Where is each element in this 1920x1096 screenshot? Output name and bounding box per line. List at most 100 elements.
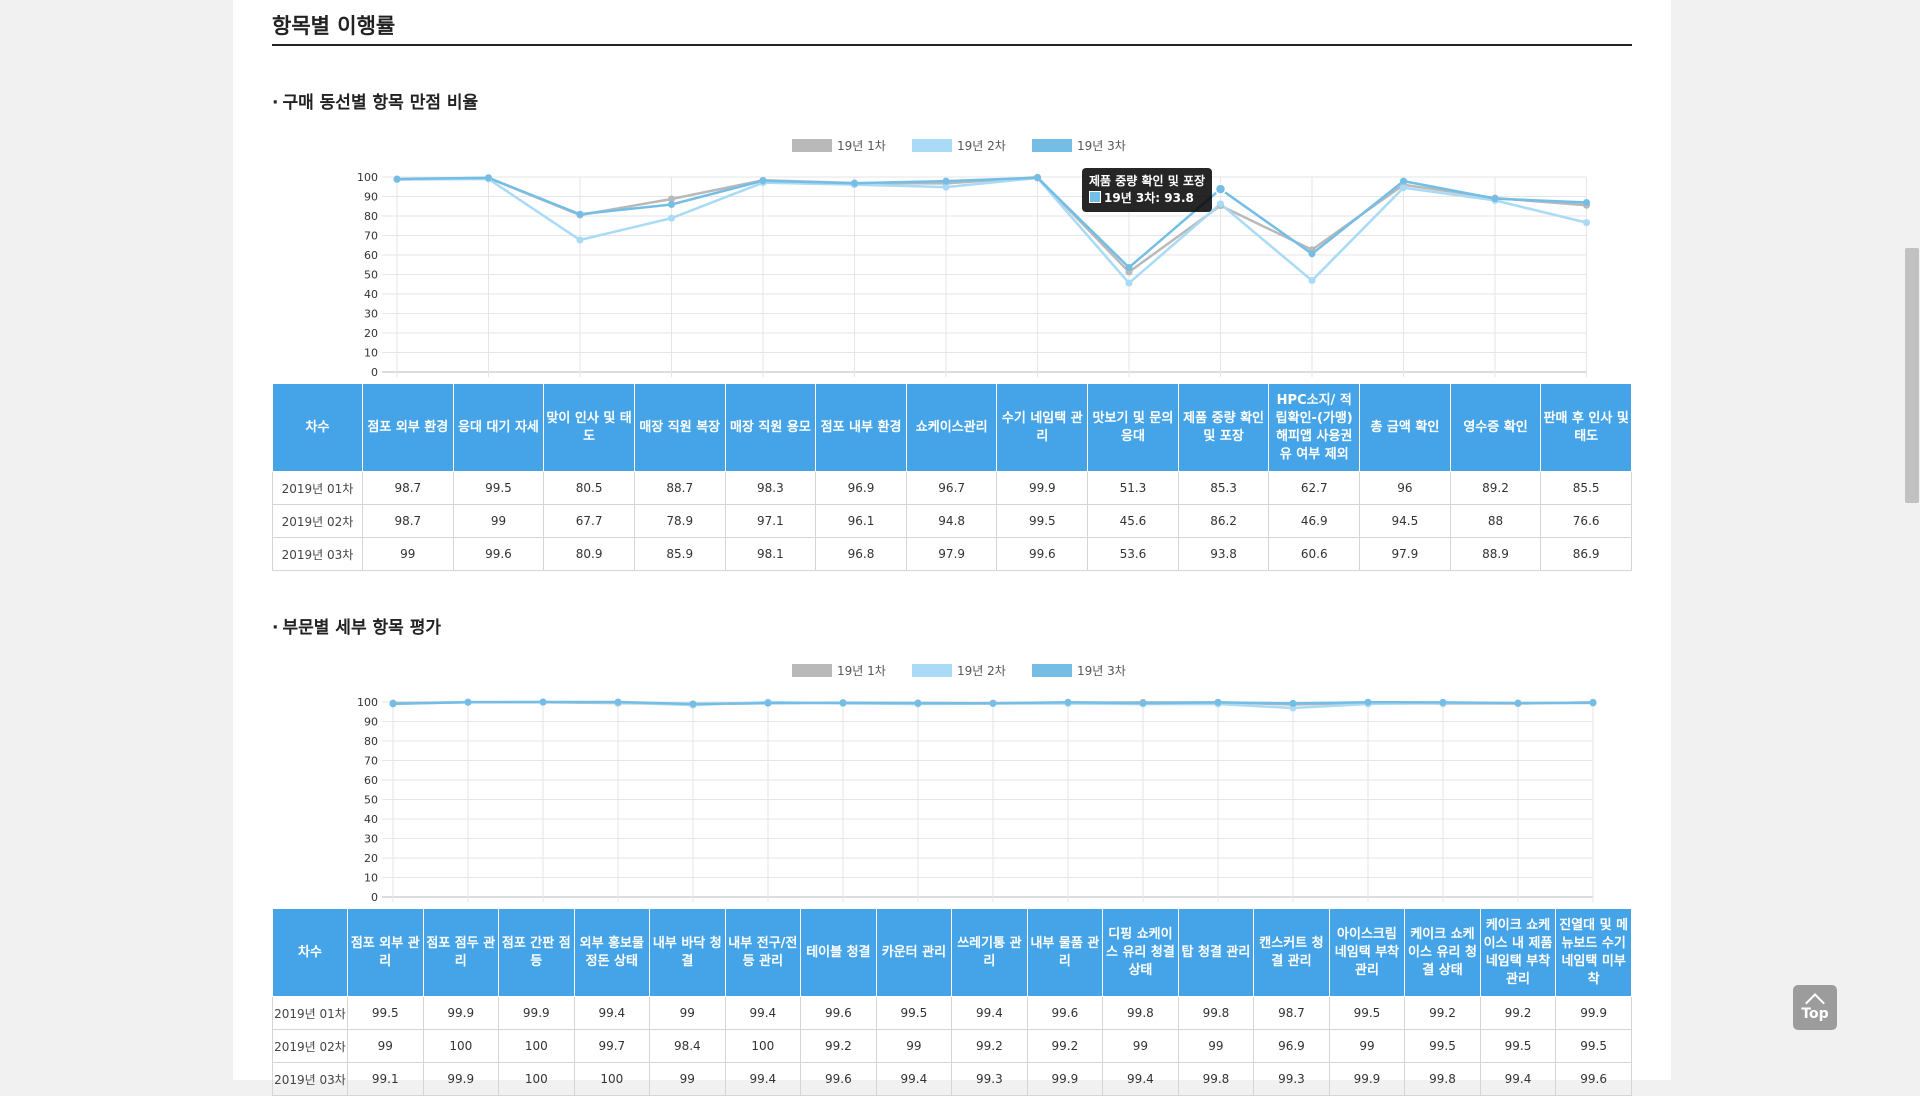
table2-cell: 99.4 [1102,1062,1179,1096]
chart1-data-point [851,179,858,187]
table2-cell: 99.5 [347,996,424,1030]
table1-cell: 99.9 [996,471,1089,505]
chart2-data-point [1064,698,1072,706]
table2-cell: 99.3 [1253,1062,1330,1096]
chart2-ytick-label: 80 [364,735,378,748]
table2-header-cell: 점포 간판 점등 [498,908,575,997]
chart1-data-point [1400,177,1407,185]
table2-cell: 99.6 [1555,1062,1632,1096]
table2-header-cell: 점포 외부 관리 [347,908,424,997]
chart2-data-point [764,699,772,707]
table1-header-cell: 응대 대기 자세 [452,383,545,472]
chart1-data-point [1125,279,1133,287]
table2-cell: 99.6 [800,996,877,1030]
chart1-ytick-label: 30 [364,308,378,321]
table2-cell: 100 [422,1029,500,1063]
chart1-ytick-label: 40 [364,288,378,301]
table2-header-cell: 내부 물품 관리 [1026,908,1104,997]
table-1: 차수 점포 외부 환경 응대 대기 자세 맞이 인사 및 태도 매장 직원 복장 매장 직… [272,383,1632,571]
chart1-data-point [942,177,950,185]
chart1-tooltip: 제품 중량 확인 및 포장 19년 3차: 93.8 [1082,168,1213,212]
table1-header-cell: 차수 [272,383,363,472]
table2-cell: 99 [1328,1029,1406,1063]
chart1-data-point [1308,250,1316,258]
table1-cell: 88.9 [1449,537,1542,571]
chart2-ytick-label: 30 [364,833,378,846]
table1-cell: 53.6 [1087,537,1179,571]
chart2-ytick-label: 100 [357,696,378,709]
table2-cell: 99.8 [1177,996,1255,1030]
table1-cell: 62.7 [1268,471,1361,505]
table1-row: 2019년 03차 99 99.6 80.9 85.9 98.1 96.8 97.9 99.6 5… [272,537,1632,571]
table2-row-label: 2019년 03차 [272,1062,348,1096]
table1-cell: 60.6 [1268,537,1361,571]
chart2-data-point [1589,699,1597,707]
chart2-data-point [1289,699,1297,707]
table1-cell: 45.6 [1087,504,1179,538]
table2-header-cell: 외부 홍보물 정돈 상태 [573,908,651,997]
chart2-data-point [914,699,922,707]
section1-title-text: 구매 동선별 항목 만점 비율 [282,93,479,113]
table2-cell: 99.8 [1177,1062,1255,1096]
table2-cell: 99 [1102,1029,1179,1063]
table1-header-cell: 맛보기 및 문의 응대 [1087,383,1179,472]
table2-cell: 99.6 [800,1062,877,1096]
table1-cell: 88.7 [633,471,726,505]
table1-header-cell: 맞이 인사 및 태도 [543,383,635,472]
table1-header-cell: 매장 직원 용모 [724,383,817,472]
table1-cell: 93.8 [1177,537,1270,571]
table2-cell: 99.7 [573,1029,651,1063]
section1-bullet: · [272,93,279,113]
table1-header-cell: 총 금액 확인 [1359,383,1451,472]
section2-bullet: · [272,618,279,638]
chart2-ytick-label: 90 [364,716,378,729]
table2-header-cell: 진열대 및 메뉴보드 수기 네임택 미부착 [1555,908,1632,997]
table2-header-cell: 테이블 청결 [800,908,877,997]
table2-cell: 99.4 [724,1062,802,1096]
table2-cell: 99.2 [800,1029,877,1063]
table1-cell: 96.9 [815,471,907,505]
chart2-ytick-label: 40 [364,813,378,826]
section1-title: · 구매 동선별 항목 만점 비율 [272,88,478,113]
chart2-legend-label: 19년 1차 [837,664,886,678]
chart1-data-point [1583,219,1590,227]
table2-row: 2019년 01차 99.5 99.9 99.9 99.4 99 99.4 99.6 99.5 9… [272,996,1632,1030]
page-title: 항목별 이행률 [272,14,396,38]
table2-cell: 99 [649,996,726,1030]
table2-cell: 100 [724,1029,802,1063]
table1-cell: 80.9 [543,537,635,571]
table2-cell: 99 [649,1062,726,1096]
chart1-legend-label: 19년 3차 [1077,139,1126,153]
table2-cell: 100 [498,1062,575,1096]
table1-cell: 96.7 [905,471,998,505]
chart2-ytick-label: 60 [364,774,378,787]
table2-cell: 100 [573,1062,651,1096]
scroll-top-button[interactable]: Top [1793,985,1837,1030]
table1-cell: 99.5 [452,471,545,505]
scrollbar-thumb[interactable] [1905,248,1919,503]
table2-cell: 99.6 [1026,996,1104,1030]
chart1-ytick-label: 20 [364,327,378,340]
table2-cell: 99.9 [422,996,500,1030]
chart1-ytick-label: 80 [364,210,378,223]
chart1-legend-label: 19년 2차 [957,139,1006,153]
chart1-legend-swatch [912,139,952,152]
table2-cell: 98.7 [1253,996,1330,1030]
chart2-data-point [1364,698,1372,706]
chart1-ytick-label: 100 [357,171,378,184]
table1-cell: 46.9 [1268,504,1361,538]
chart1-data-point [1308,277,1316,285]
table1-cell: 85.9 [633,537,726,571]
table2-header-cell: 차수 [272,908,348,997]
table1-cell: 76.6 [1540,504,1632,538]
table2-cell: 99.9 [1555,996,1632,1030]
table1-cell: 88 [1449,504,1542,538]
chart1-data-point [1125,263,1133,271]
table1-cell: 94.8 [905,504,998,538]
chart2-data-point [1214,698,1222,706]
table2-cell: 99.2 [1026,1029,1104,1063]
scrollbar-track[interactable] [1904,0,1920,1080]
table2-cell: 100 [498,1029,575,1063]
table2-header-cell: 탑 청결 관리 [1177,908,1255,997]
table1-header-cell: 판매 후 인사 및 태도 [1540,383,1632,472]
